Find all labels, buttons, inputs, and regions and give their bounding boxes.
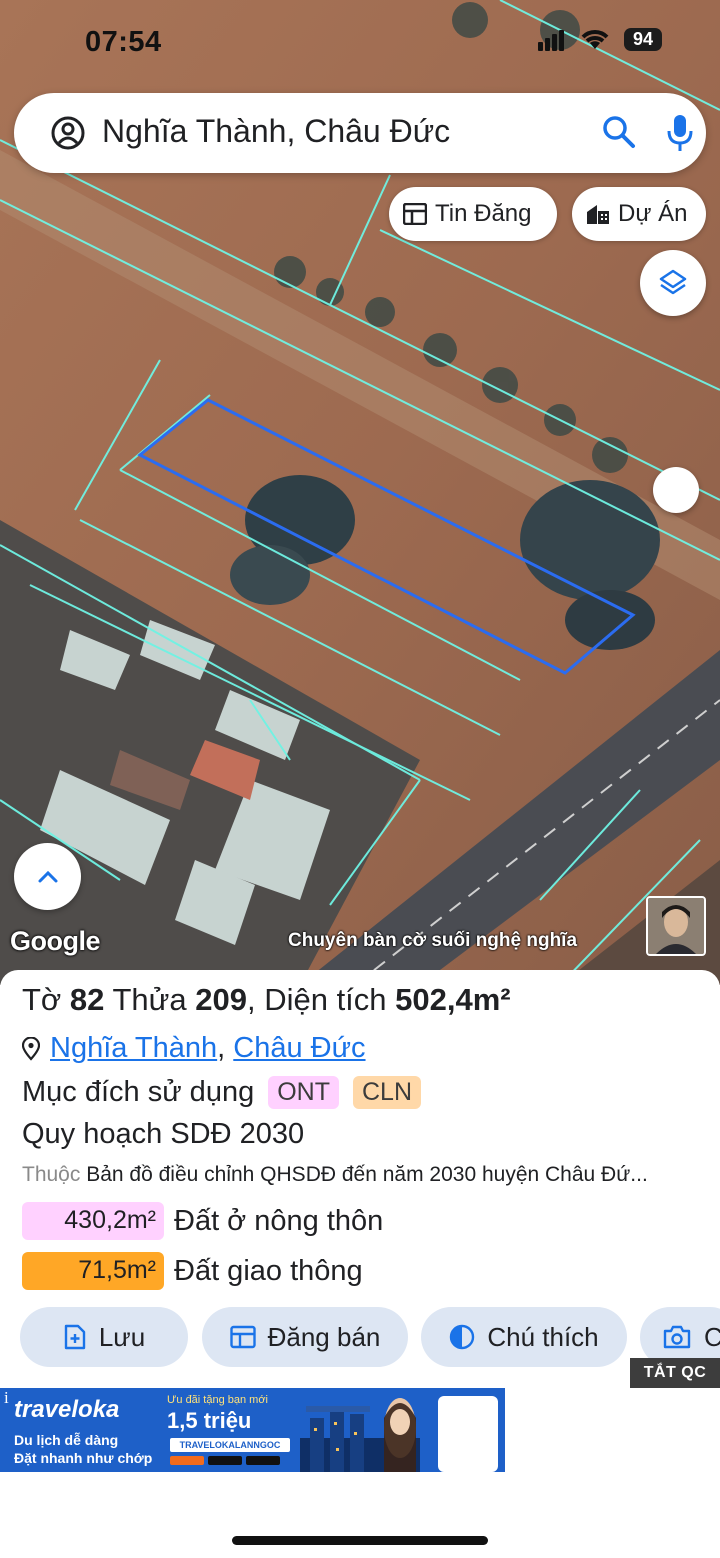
- plan-title: Quy hoạch SDĐ 2030: [22, 1118, 305, 1150]
- area-label: , Diện tích: [246, 982, 387, 1017]
- land-use-tag-ont[interactable]: ONT: [268, 1076, 339, 1109]
- building-icon: [587, 205, 609, 224]
- ad-offer-caption: Ưu đãi tặng bạn mới: [167, 1394, 268, 1406]
- zoning-area-label: Đất ở nông thôn: [174, 1204, 384, 1237]
- ad-tagline: Đặt nhanh như chớp: [14, 1450, 153, 1466]
- google-logo: Google: [10, 926, 101, 956]
- listing-board-icon: [229, 1325, 256, 1349]
- cellular-signal-icon: [537, 29, 564, 51]
- listing-board-icon: [403, 203, 427, 225]
- plan-source-text: Bản đồ điều chỉnh QHSDĐ đến năm 2030 huy…: [86, 1163, 648, 1186]
- location-row: Nghĩa Thành, Châu Đức: [22, 1032, 366, 1065]
- legend-button[interactable]: Chú thích: [421, 1307, 627, 1367]
- satellite-map[interactable]: 07:54 94 Nghĩa Thành, Châu Đức Tin Đăng …: [0, 0, 720, 985]
- add-file-icon: [64, 1324, 86, 1350]
- land-use-tag-cln[interactable]: CLN: [352, 1076, 421, 1109]
- map-side-handle[interactable]: [653, 467, 699, 513]
- video-watermark: Chuyên bàn cờ suối nghệ nghĩa: [288, 930, 578, 951]
- zoning-area-value: 430,2m²: [22, 1202, 164, 1240]
- person-photo: [648, 898, 704, 954]
- plan-source-prefix: Thuộc: [22, 1163, 81, 1186]
- ad-skyline-image: [300, 1398, 420, 1472]
- search-icon[interactable]: [602, 115, 636, 149]
- camera-label: C: [704, 1321, 720, 1352]
- location-pin-icon: [22, 1036, 40, 1061]
- ad-store-badges: [170, 1456, 280, 1465]
- save-button[interactable]: Lưu: [20, 1307, 188, 1367]
- search-bar[interactable]: Nghĩa Thành, Châu Đức: [14, 93, 706, 173]
- ad-banner[interactable]: i traveloka Du lịch dễ dàng Đặt nhanh nh…: [0, 1388, 505, 1472]
- plot-number: 209: [195, 982, 247, 1017]
- home-indicator[interactable]: [232, 1536, 488, 1545]
- land-use-row: Mục đích sử dụng ONT CLN: [22, 1076, 421, 1109]
- account-icon[interactable]: [50, 115, 86, 151]
- commune-link[interactable]: Nghĩa Thành: [50, 1032, 217, 1064]
- land-use-label: Mục đích sử dụng: [22, 1076, 255, 1108]
- camera-icon: [663, 1325, 691, 1349]
- legend-label: Chú thích: [487, 1321, 599, 1352]
- du-an-chip[interactable]: Dự Án: [572, 187, 706, 241]
- chevron-up-icon: [38, 870, 57, 882]
- parcel-title: Tờ 82 Thửa 209, Diện tích 502,4m²: [22, 982, 511, 1018]
- microphone-icon[interactable]: [666, 113, 694, 153]
- battery-level: 94: [623, 28, 662, 51]
- status-time: 07:54: [85, 26, 162, 58]
- district-link[interactable]: Châu Đức: [233, 1032, 365, 1064]
- ad-tagline: Du lịch dễ dàng: [14, 1432, 119, 1448]
- post-for-sale-label: Đăng bán: [267, 1321, 381, 1352]
- save-label: Lưu: [98, 1321, 146, 1352]
- wifi-icon: [581, 29, 609, 49]
- sheet-label: Tờ: [22, 982, 62, 1017]
- ad-brand: traveloka: [14, 1396, 120, 1423]
- map-layers-button[interactable]: [640, 250, 706, 316]
- tin-dang-chip[interactable]: Tin Đăng: [389, 187, 557, 241]
- app-screen: 07:54 94 Nghĩa Thành, Châu Đức Tin Đăng …: [0, 0, 720, 1558]
- ad-phone-mockup: [438, 1396, 498, 1472]
- ad-promo-code: TRAVELOKALANNGOC: [170, 1438, 290, 1452]
- zoning-area-label: Đất giao thông: [174, 1254, 363, 1287]
- area-value: 502,4m²: [395, 982, 511, 1017]
- parcel-info-sheet: Tờ 82 Thửa 209, Diện tích 502,4m² Nghĩa …: [0, 970, 720, 1558]
- du-an-label: Dự Án: [618, 200, 688, 227]
- zoning-area-value: 71,5m²: [22, 1252, 164, 1290]
- contrast-icon: [450, 1324, 475, 1350]
- plot-label: Thửa: [112, 982, 187, 1017]
- close-ad-button[interactable]: TẮT QC: [630, 1358, 720, 1388]
- zoning-area-row: 71,5m² Đất giao thông: [22, 1252, 363, 1290]
- status-icons: 94: [537, 28, 662, 51]
- search-input[interactable]: Nghĩa Thành, Châu Đức: [102, 113, 450, 150]
- ad-info-icon[interactable]: i: [4, 1388, 9, 1408]
- tin-dang-label: Tin Đăng: [435, 200, 532, 227]
- expand-sheet-button[interactable]: [14, 843, 81, 910]
- zoning-area-row: 430,2m² Đất ở nông thôn: [22, 1202, 383, 1240]
- plan-source: Thuộc Bản đồ điều chỉnh QHSDĐ đến năm 20…: [22, 1163, 720, 1187]
- sheet-number: 82: [69, 982, 105, 1017]
- ad-offer-amount: 1,5 triệu: [167, 1408, 252, 1433]
- post-for-sale-button[interactable]: Đăng bán: [202, 1307, 408, 1367]
- avatar: [646, 896, 706, 956]
- layers-icon: [659, 269, 687, 295]
